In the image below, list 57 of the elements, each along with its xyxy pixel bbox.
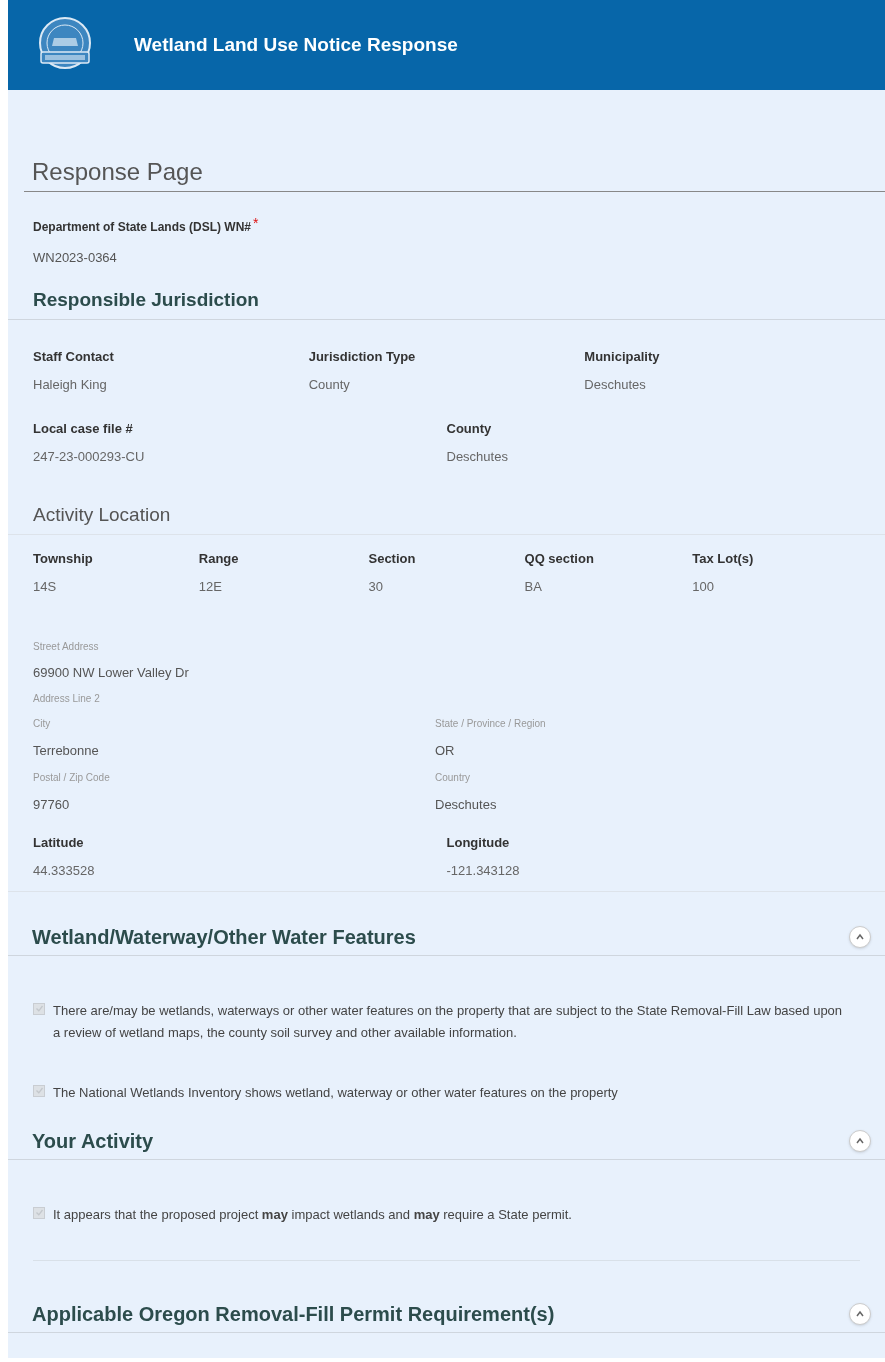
- checkbox-label: It appears that the proposed project may impact wetlands and may require a State permit.: [53, 1205, 573, 1224]
- field-label: QQ section: [524, 549, 595, 568]
- section-heading: Applicable Oregon Removal-Fill Permit Requirement(s): [32, 1302, 555, 1327]
- collapse-toggle[interactable]: [849, 1303, 871, 1325]
- header-title: Wetland Land Use Notice Response: [134, 32, 458, 57]
- field-label: Tax Lot(s): [692, 549, 755, 568]
- chevron-up-icon: [855, 1309, 865, 1319]
- field-label: Staff Contact: [33, 347, 115, 366]
- field-label: Address Line 2: [33, 691, 101, 706]
- field-value: 14S: [33, 578, 58, 596]
- collapse-toggle[interactable]: [849, 1130, 871, 1152]
- field-label: Municipality: [584, 347, 661, 366]
- field-value: County: [308, 376, 351, 394]
- field-label: State / Province / Region: [435, 716, 547, 731]
- check-icon: [34, 1004, 44, 1013]
- field-value: 12E: [198, 578, 223, 596]
- field-value: 100: [692, 578, 715, 596]
- field-label: County: [446, 419, 493, 438]
- section-heading: Responsible Jurisdiction: [33, 288, 259, 310]
- field-value: Terrebonne: [33, 741, 100, 760]
- field-value: WN2023-0364: [33, 249, 118, 267]
- chevron-up-icon: [855, 932, 865, 942]
- field-label: Range: [198, 549, 240, 568]
- collapse-toggle[interactable]: [849, 926, 871, 948]
- field-label: Jurisdiction Type: [308, 347, 417, 366]
- field-label: Department of State Lands (DSL) WN#: [33, 219, 251, 236]
- field-value: Deschutes: [446, 448, 509, 466]
- subsection-heading: Activity Location: [33, 503, 171, 525]
- required-mark: *: [253, 218, 259, 228]
- field-value: -121.343128: [446, 862, 521, 880]
- check-icon: [34, 1086, 44, 1095]
- field-value: 69900 NW Lower Valley Dr: [33, 663, 190, 682]
- field-label: Country: [435, 770, 471, 785]
- field-value: 44.333528: [33, 862, 96, 880]
- field-label: City: [33, 716, 52, 731]
- field-label: Township: [33, 549, 94, 568]
- field-label: Section: [368, 549, 417, 568]
- field-value: Deschutes: [584, 376, 647, 394]
- field-label: Postal / Zip Code: [33, 770, 111, 785]
- field-value: 247-23-000293-CU: [33, 448, 146, 466]
- field-label: Longitude: [446, 833, 511, 852]
- section-heading: Your Activity: [32, 1129, 154, 1154]
- checkbox-label: The National Wetlands Inventory shows wetland, waterway or other water features on the property: [53, 1083, 619, 1102]
- chevron-up-icon: [855, 1136, 865, 1146]
- field-value: OR: [435, 741, 456, 760]
- field-label: Latitude: [33, 833, 85, 852]
- checkbox-label: There are/may be wetlands, waterways or other water features on the property that are subject to the State Removal-Fill Law based upon a review of wetland maps, the county soil survey and other available information.: [53, 1001, 844, 1042]
- check-icon: [34, 1208, 44, 1217]
- field-value: 30: [368, 578, 384, 596]
- field-label: Local case file #: [33, 419, 134, 438]
- field-value: 97760: [33, 795, 71, 814]
- section-heading: Wetland/Waterway/Other Water Features: [32, 925, 416, 950]
- field-label: Street Address: [33, 639, 100, 654]
- field-value: BA: [524, 578, 543, 596]
- page-title: Response Page: [32, 158, 203, 185]
- field-value: Deschutes: [435, 795, 498, 814]
- field-value: Haleigh King: [33, 376, 108, 394]
